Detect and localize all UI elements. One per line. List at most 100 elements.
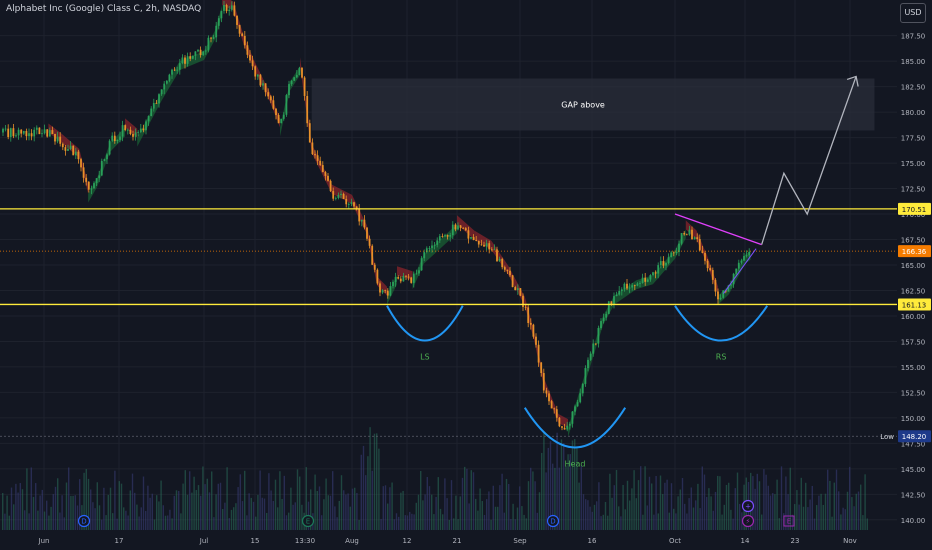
- price-tick-label: 185.00: [901, 58, 926, 66]
- volume-bar: [791, 514, 794, 530]
- volume-bar: [464, 466, 466, 530]
- event-marker-label: +: [745, 503, 751, 511]
- volume-bar: [827, 469, 829, 530]
- candle-body: [561, 426, 563, 428]
- currency-button[interactable]: USD: [900, 3, 926, 23]
- volume-bar: [318, 486, 321, 530]
- volume-bar: [162, 505, 164, 530]
- volume-bar: [809, 499, 811, 530]
- candle-body: [272, 100, 275, 109]
- volume-bar: [818, 495, 820, 530]
- volume-bar: [428, 486, 431, 530]
- candle-body: [563, 427, 566, 430]
- candle-body: [532, 324, 535, 337]
- candle-body: [22, 130, 25, 134]
- volume-bar: [140, 507, 142, 530]
- candle-body: [386, 290, 389, 296]
- volume-bar: [475, 498, 477, 530]
- time-tick-label: 21: [453, 537, 462, 545]
- candle-body: [636, 283, 639, 286]
- price-tick-label: 140.00: [901, 517, 926, 525]
- candle-body: [360, 219, 363, 222]
- volume-bar: [530, 467, 532, 530]
- candle-body: [545, 390, 548, 394]
- candle-body: [267, 92, 270, 97]
- support-trendline: [723, 248, 757, 294]
- candle-body: [319, 160, 322, 166]
- candle-body: [41, 133, 43, 135]
- volume-bar: [131, 473, 134, 530]
- volume-bar: [431, 494, 433, 530]
- volume-bar: [261, 497, 263, 530]
- volume-bar: [857, 491, 860, 530]
- volume-bar: [180, 513, 182, 530]
- volume-bar: [582, 494, 585, 530]
- volume-bar: [736, 472, 739, 530]
- candle-body: [574, 406, 576, 412]
- candle-body: [228, 9, 231, 12]
- volume-bar: [173, 495, 175, 530]
- volume-bar: [171, 518, 173, 530]
- volume-bar: [400, 492, 402, 530]
- candle-body: [111, 135, 114, 141]
- volume-bar: [65, 482, 68, 530]
- volume-bar: [426, 477, 428, 530]
- volume-bar: [591, 511, 593, 530]
- time-tick-label: Sep: [513, 537, 527, 545]
- candle-body: [366, 227, 368, 239]
- volume-bar: [626, 480, 629, 530]
- candle-body: [264, 83, 267, 93]
- candle-body: [17, 129, 20, 136]
- volume-bar: [670, 483, 673, 530]
- candle-body: [236, 15, 238, 25]
- volume-bar: [662, 494, 664, 530]
- volume-bar: [184, 470, 186, 530]
- price-tick-label: 182.50: [901, 84, 926, 92]
- candle-body: [43, 129, 46, 134]
- volume-bar: [862, 515, 864, 530]
- volume-bar: [580, 465, 582, 530]
- volume-bar: [501, 473, 503, 530]
- volume-bar: [717, 475, 719, 530]
- volume-bar: [523, 514, 525, 530]
- volume-bar: [123, 507, 125, 530]
- candle-body: [415, 273, 418, 275]
- candle-body: [490, 249, 493, 251]
- candle-body: [217, 18, 220, 26]
- volume-bar: [233, 507, 235, 530]
- volume-bar: [244, 470, 246, 530]
- candle-body: [181, 57, 184, 64]
- volume-bar: [444, 478, 446, 530]
- volume-bar: [833, 482, 835, 530]
- candle-body: [381, 290, 384, 293]
- price-chart[interactable]: GAP aboveLSHeadRS140.00142.50145.00147.5…: [0, 0, 932, 550]
- candle-body: [48, 130, 51, 137]
- volume-bar: [411, 513, 413, 530]
- candle-body: [165, 80, 168, 84]
- volume-bar: [710, 496, 712, 530]
- volume-bar: [279, 471, 281, 530]
- volume-bar: [222, 508, 224, 530]
- candle-body: [256, 74, 259, 77]
- volume-bar: [4, 513, 6, 530]
- volume-bar: [35, 483, 37, 530]
- volume-bar: [442, 514, 444, 530]
- volume-bar: [811, 485, 813, 530]
- candle-body: [644, 277, 647, 282]
- time-tick-label: 17: [115, 537, 124, 545]
- volume-bar: [697, 483, 699, 530]
- volume-bar: [266, 513, 268, 530]
- candle-body: [327, 175, 329, 181]
- candle-body: [670, 252, 673, 258]
- candle-body: [506, 269, 509, 271]
- candle-body: [693, 237, 696, 240]
- candle-body: [233, 5, 236, 16]
- volume-bar: [336, 517, 338, 530]
- volume-bar: [499, 485, 501, 530]
- volume-bar: [259, 470, 261, 530]
- volume-bar: [461, 477, 464, 530]
- candle-body: [69, 145, 72, 150]
- volume-bar: [455, 495, 457, 530]
- volume-bar: [846, 491, 849, 530]
- volume-bar: [409, 511, 411, 530]
